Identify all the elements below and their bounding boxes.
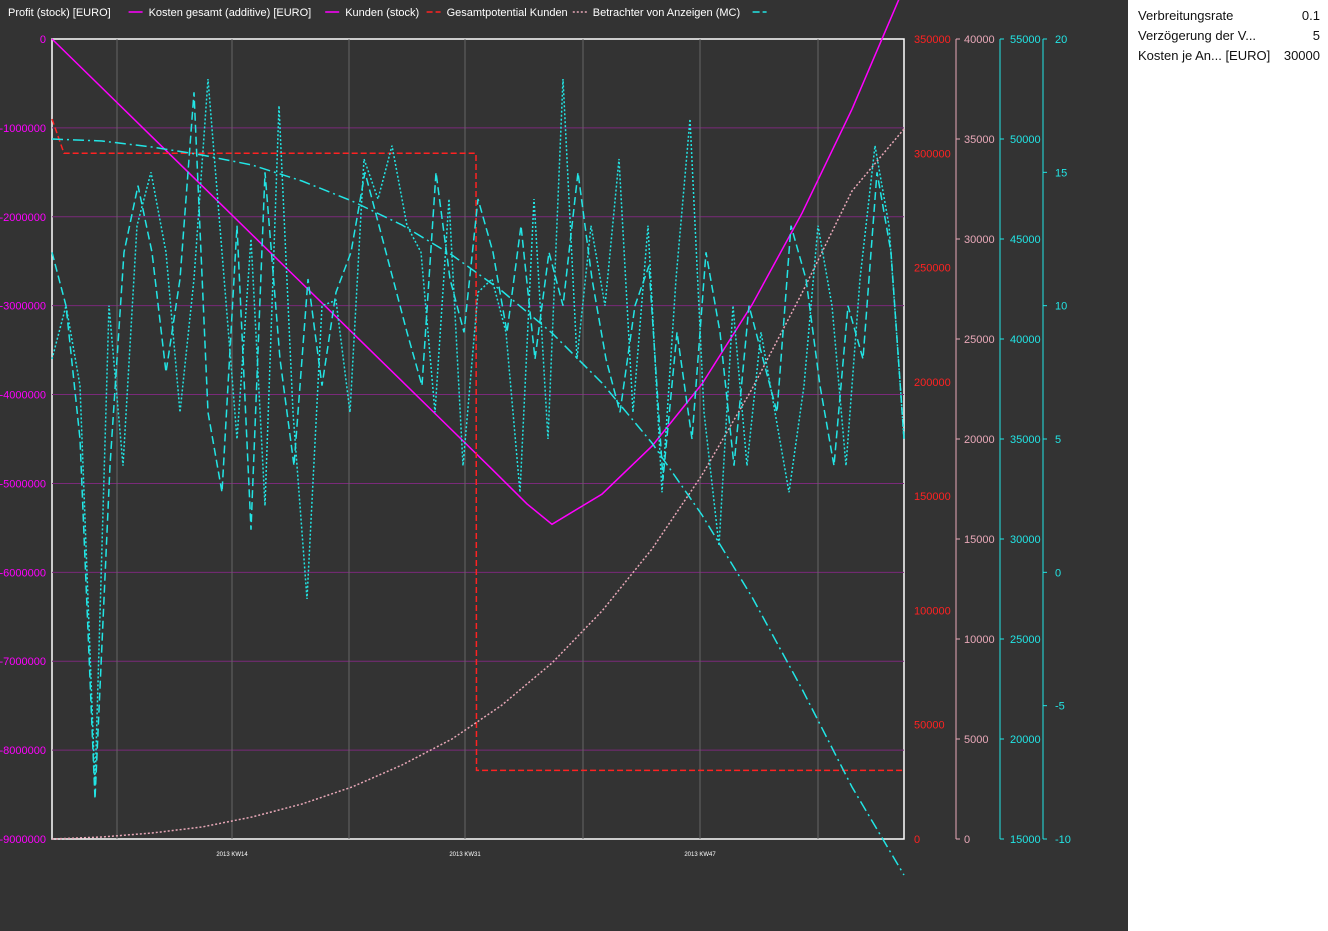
y-tick-label: 40000 (1010, 334, 1041, 346)
parameter-value: 5 (1312, 28, 1320, 43)
legend-label: Betrachter von Anzeigen (MC) (593, 7, 740, 19)
y-tick-label: 45000 (1010, 234, 1041, 246)
y-tick-label: -5000000 (0, 478, 46, 490)
parameter-value: 0.1 (1301, 8, 1320, 23)
y-tick-label: 15000 (964, 534, 995, 546)
y-tick-label: 30000 (964, 234, 995, 246)
y-tick-label: -5 (1055, 701, 1065, 713)
y-tick-label: -9000000 (0, 834, 46, 846)
y-tick-label: 0 (1055, 567, 1061, 579)
y-tick-label: 35000 (964, 134, 995, 146)
y-tick-label: 0 (964, 834, 970, 846)
x-tick-label: 2013 KW31 (449, 852, 481, 858)
y-tick-label: -10 (1055, 834, 1071, 846)
y-tick-label: -3000000 (0, 301, 46, 313)
y-tick-label: 10000 (964, 634, 995, 646)
parameter-name: Verbreitungsrate (1138, 8, 1234, 23)
series-line (51, 78, 905, 786)
y-tick-label: 25000 (964, 334, 995, 346)
y-tick-label: 50000 (914, 720, 945, 732)
plot-frame (51, 38, 905, 840)
legend-label: Kosten gesamt (additive) [EURO] (149, 7, 312, 19)
y-tick-label: 5000 (964, 734, 988, 746)
parameter-name: Kosten je An... [EURO] (1138, 48, 1271, 63)
y-tick-label: 30000 (1010, 534, 1041, 546)
parameter-row[interactable]: Verbreitungsrate 0.1 (1138, 8, 1320, 26)
chart-panel: Profit (stock) [EURO] Kosten gesamt (addi… (0, 0, 1128, 931)
y-tick-label: -1000000 (0, 123, 46, 135)
y-tick-label: -4000000 (0, 390, 46, 402)
x-tick-label: 2013 KW14 (216, 852, 248, 858)
line-chart: Profit (stock) [EURO] Kosten gesamt (addi… (0, 0, 1071, 876)
x-tick-label: 2013 KW47 (684, 852, 716, 858)
y-tick-label: 100000 (914, 605, 951, 617)
parameter-value: 30000 (1283, 48, 1320, 63)
y-tick-label: 20000 (1010, 734, 1041, 746)
y-tick-label: -2000000 (0, 212, 46, 224)
series-line (51, 92, 905, 800)
parameter-row[interactable]: Verzögerung der V... 5 (1138, 28, 1320, 46)
y-tick-label: 200000 (914, 377, 951, 389)
y-tick-label: 25000 (1010, 634, 1041, 646)
y-tick-label: -6000000 (0, 567, 46, 579)
parameter-panel: Verbreitungsrate 0.1 Verzögerung der V..… (1128, 0, 1328, 931)
series-line (51, 128, 905, 840)
series-line (51, 138, 905, 876)
y-tick-label: -7000000 (0, 656, 46, 668)
y-tick-label: 5 (1055, 434, 1061, 446)
legend-label: Gesamtpotential Kunden (447, 7, 568, 19)
series-line (51, 0, 900, 526)
y-tick-label: 350000 (914, 34, 951, 46)
chart-series (51, 0, 905, 876)
y-tick-label: 0 (40, 34, 46, 46)
parameter-name: Verzögerung der V... (1138, 28, 1257, 43)
y-tick-label: 250000 (914, 263, 951, 275)
chart-axes: 2013 KW14 2013 KW31 2013 KW47 0 -1000000 -200… (0, 34, 1071, 858)
chart-legend: Profit (stock) [EURO] Kosten gesamt (addi… (8, 7, 767, 19)
y-tick-label: 55000 (1010, 34, 1041, 46)
legend-label: Profit (stock) [EURO] (8, 7, 111, 19)
chart-grid (51, 38, 905, 840)
y-tick-label: 10 (1055, 301, 1067, 313)
y-tick-label: 15 (1055, 167, 1067, 179)
y-tick-label: -8000000 (0, 745, 46, 757)
y-tick-label: 15000 (1010, 834, 1041, 846)
y-tick-label: 50000 (1010, 134, 1041, 146)
y-tick-label: 300000 (914, 148, 951, 160)
y-tick-label: 150000 (914, 491, 951, 503)
y-tick-label: 0 (914, 834, 920, 846)
legend-label: Kunden (stock) (345, 7, 419, 19)
y-tick-label: 35000 (1010, 434, 1041, 446)
parameter-row[interactable]: Kosten je An... [EURO] 30000 (1138, 48, 1320, 66)
y-tick-label: 20000 (964, 434, 995, 446)
y-tick-label: 20 (1055, 34, 1067, 46)
y-tick-label: 40000 (964, 34, 995, 46)
